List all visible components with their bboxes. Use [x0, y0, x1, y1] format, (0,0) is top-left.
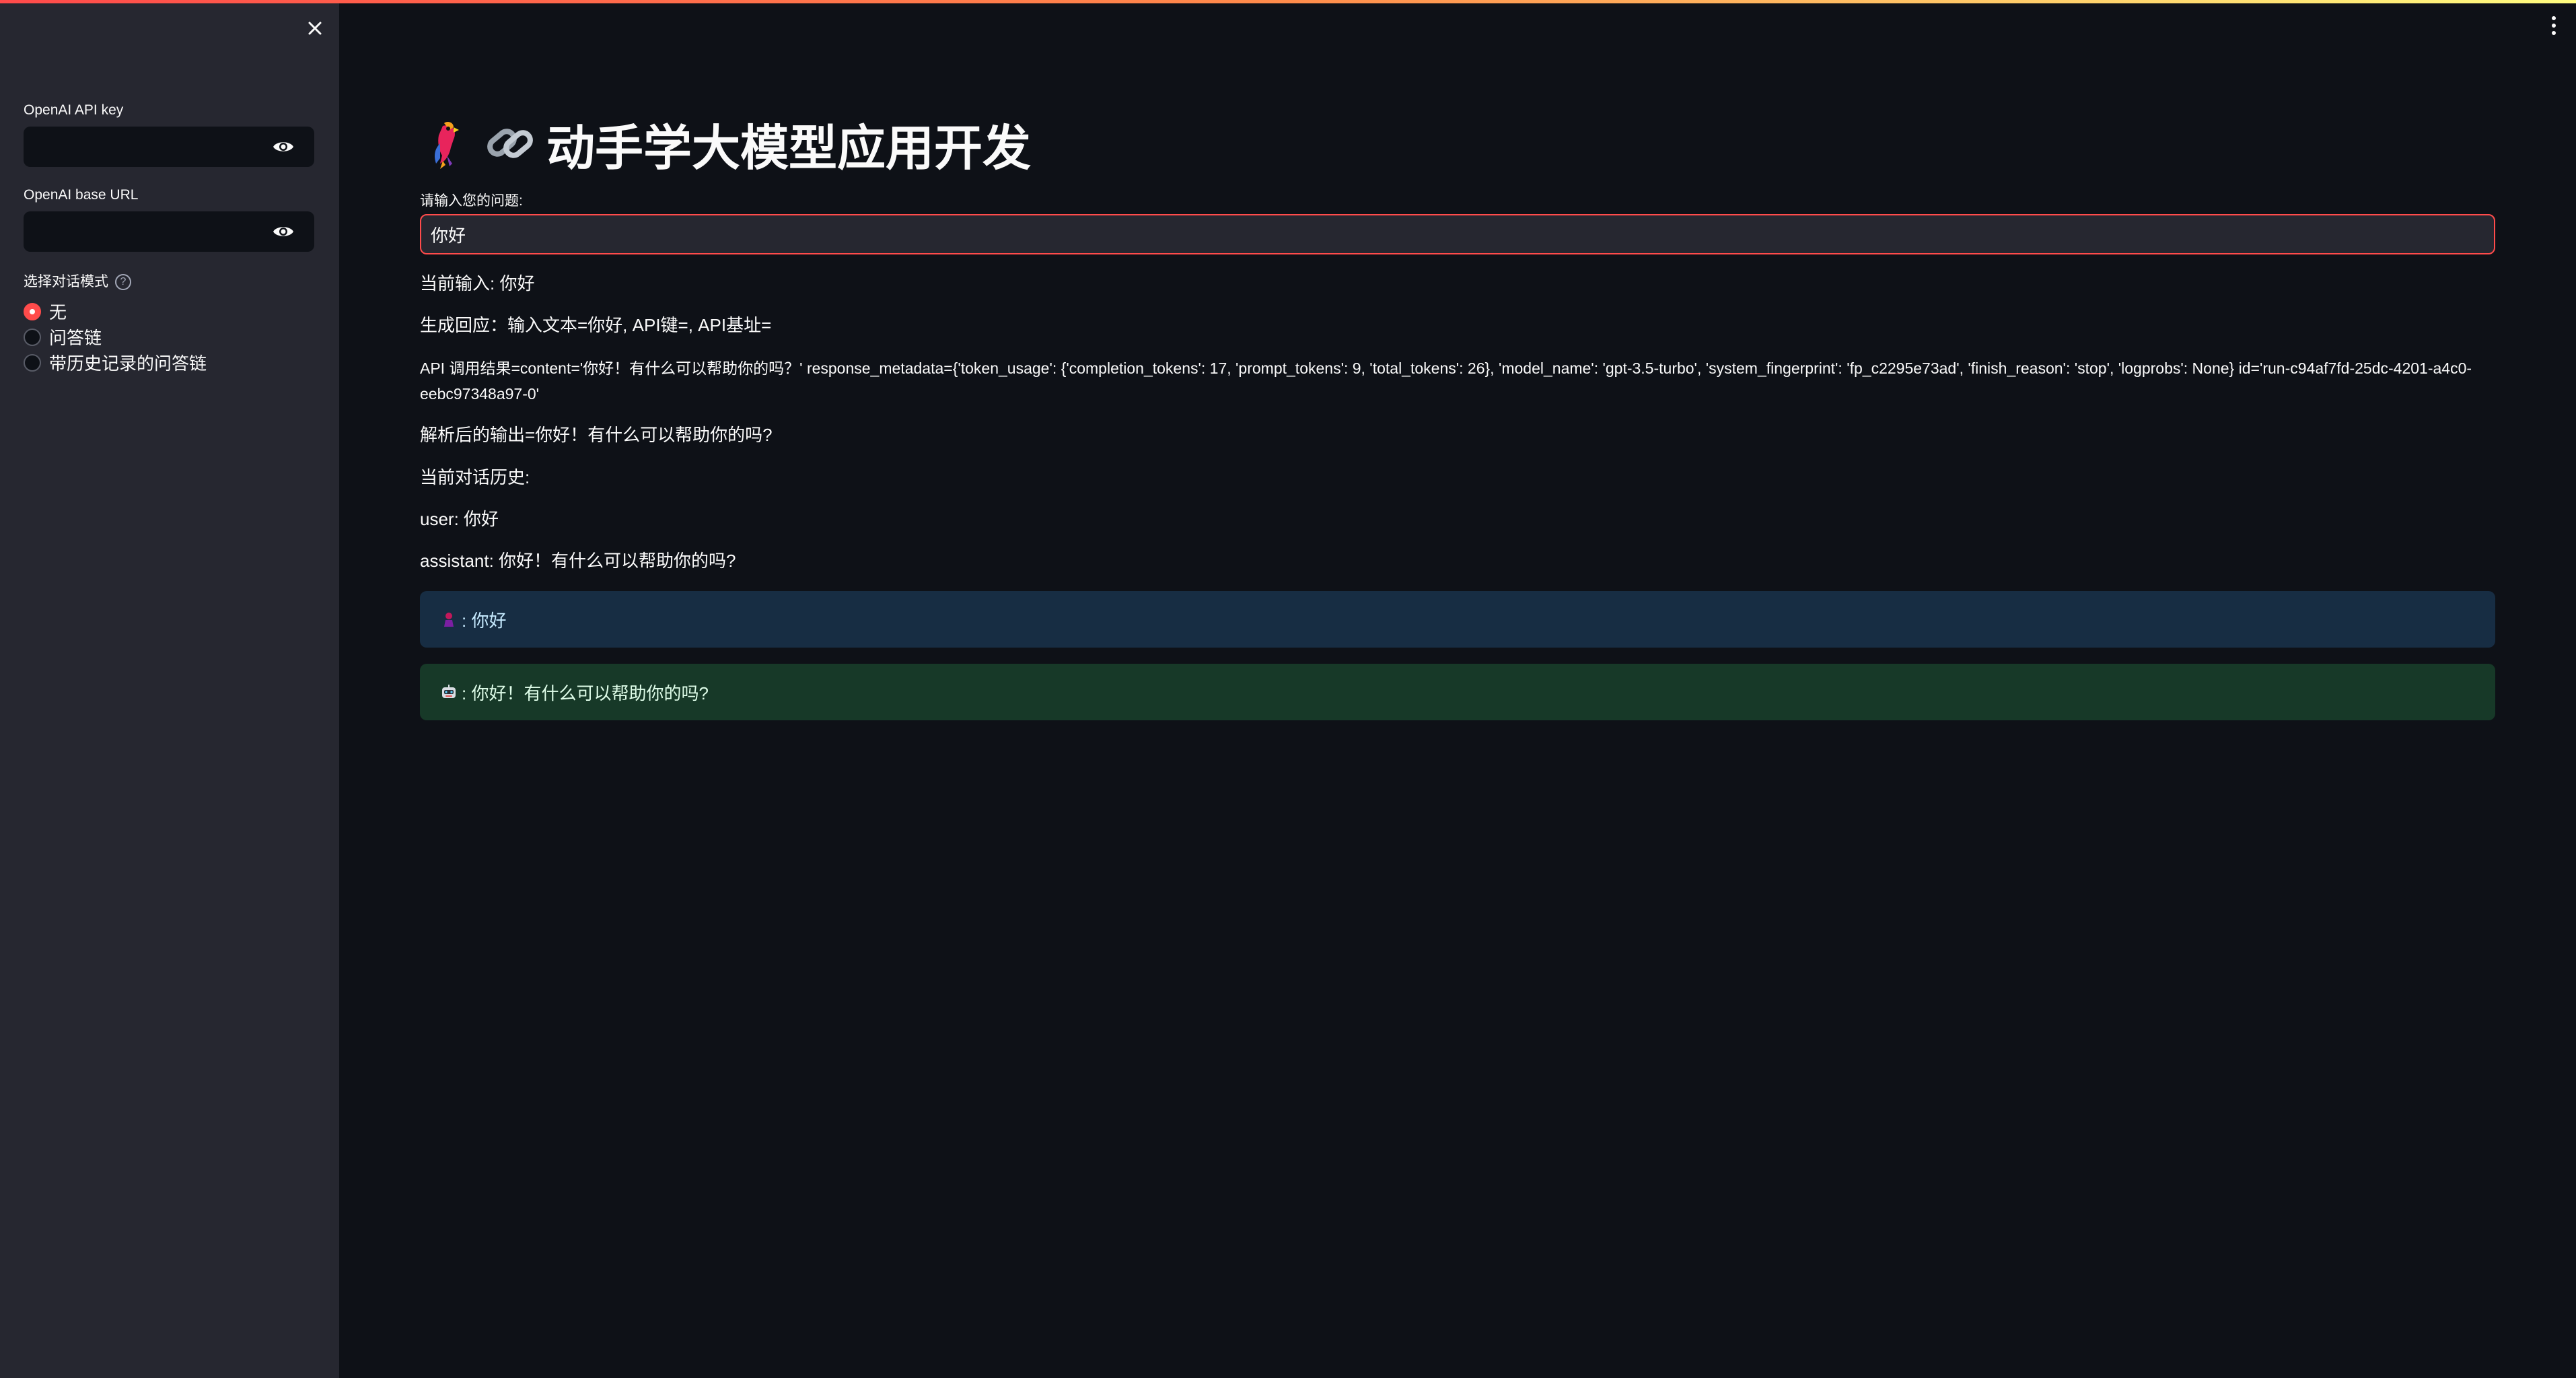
- parrot-icon: [420, 116, 474, 170]
- parsed-output-text: 解析后的输出=你好！有什么可以帮助你的吗?: [420, 425, 773, 445]
- more-dot-icon: [2552, 31, 2556, 35]
- robot-icon: [440, 683, 458, 701]
- mode-option-none[interactable]: 无: [24, 299, 67, 324]
- top-decoration-bar: [0, 0, 2576, 3]
- page-title: 动手学大模型应用开发: [420, 113, 1031, 176]
- question-label: 请输入您的问题:: [420, 193, 523, 209]
- mode-option-label: 带历史记录的问答链: [49, 353, 207, 374]
- base-url-field[interactable]: [24, 211, 314, 252]
- history-item: user: 你好: [420, 509, 499, 529]
- more-dot-icon: [2552, 24, 2556, 28]
- radio-selected-icon[interactable]: [24, 302, 41, 320]
- assistant-message: : 你好！有什么可以帮助你的吗?: [420, 664, 2495, 720]
- radio-icon[interactable]: [24, 353, 41, 372]
- assistant-message-text: : 你好！有什么可以帮助你的吗?: [462, 683, 709, 703]
- mode-option-label: 问答链: [49, 328, 102, 348]
- eye-icon[interactable]: [273, 223, 294, 240]
- mode-option-history-qa-chain[interactable]: 带历史记录的问答链: [24, 350, 207, 375]
- link-icon: [483, 116, 537, 170]
- eye-icon[interactable]: [273, 139, 294, 155]
- generated-reply-text: 生成回应：输入文本=你好, API键=, API基址=: [420, 315, 772, 335]
- main-menu-button[interactable]: [2544, 13, 2564, 38]
- mode-label-row: 选择对话模式?: [24, 271, 131, 291]
- current-input-text: 当前输入: 你好: [420, 273, 535, 294]
- close-icon: [308, 22, 322, 35]
- help-icon[interactable]: ?: [115, 274, 131, 291]
- api-key-field[interactable]: [24, 127, 314, 167]
- history-label: 当前对话历史:: [420, 467, 530, 487]
- mode-option-label: 无: [49, 302, 67, 322]
- mode-label: 选择对话模式: [24, 274, 108, 289]
- history-item: assistant: 你好！有什么可以帮助你的吗?: [420, 551, 736, 571]
- base-url-input[interactable]: [24, 211, 266, 252]
- page-title-text: 动手学大模型应用开发: [546, 121, 1032, 176]
- question-input[interactable]: [421, 215, 2494, 253]
- user-message: : 你好: [420, 591, 2495, 648]
- sidebar: OpenAI API key OpenAI base URL 选择对话模式? 无…: [0, 0, 339, 1378]
- close-sidebar-button[interactable]: [300, 13, 330, 43]
- question-field[interactable]: [420, 214, 2495, 254]
- mode-option-qa-chain[interactable]: 问答链: [24, 324, 102, 349]
- api-result-text: API 调用结果=content='你好！有什么可以帮助你的吗？' respon…: [420, 359, 2472, 403]
- user-message-text: : 你好: [462, 610, 507, 631]
- base-url-label: OpenAI base URL: [24, 187, 139, 203]
- more-dot-icon: [2552, 16, 2556, 20]
- radio-icon[interactable]: [24, 328, 41, 346]
- api-key-input[interactable]: [24, 127, 266, 167]
- api-key-label: OpenAI API key: [24, 102, 124, 118]
- person-icon: [440, 611, 458, 628]
